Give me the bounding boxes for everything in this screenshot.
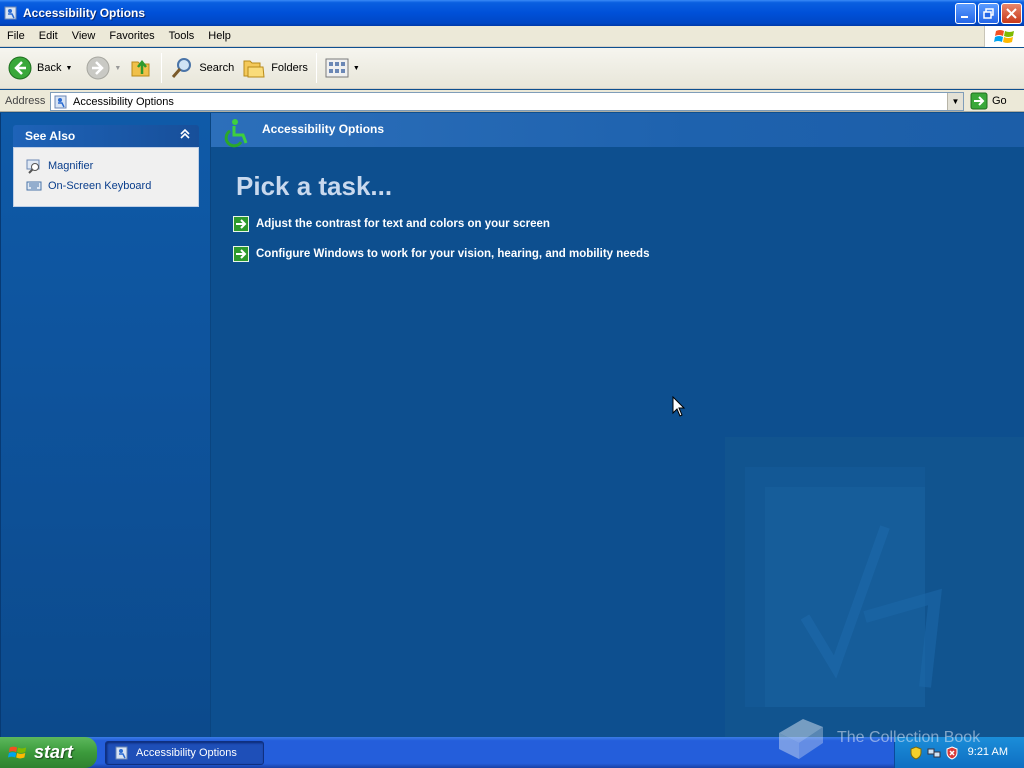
address-value: Accessibility Options [73,95,174,108]
windows-logo [984,26,1024,47]
see-also-panel: See Also Magnifier On-Screen Keyboard [13,125,199,207]
magnifier-icon [26,159,40,174]
forward-dropdown-icon[interactable]: ▼ [114,65,121,72]
search-icon [172,58,192,78]
go-arrow-icon [970,92,988,110]
accessibility-window-icon [4,6,17,20]
close-icon [1006,8,1017,19]
accessibility-page-icon [54,95,67,108]
restore-button[interactable] [978,3,999,24]
windows-flag-icon [8,746,27,758]
collapse-chevron-icon[interactable] [179,128,191,143]
main-content: Accessibility Options Pick a task... Adj… [210,113,1024,737]
task-pane: See Also Magnifier On-Screen Keyboard [0,113,210,737]
views-button[interactable]: ▼ [321,50,364,86]
address-input[interactable]: Accessibility Options ▼ [50,92,964,111]
start-button[interactable]: start [0,737,97,768]
title-bar[interactable]: Accessibility Options [0,0,1024,26]
address-label: Address [5,94,46,107]
menu-edit[interactable]: Edit [32,30,65,42]
address-dropdown-button[interactable]: ▼ [947,93,963,110]
restore-icon [983,8,994,19]
search-button[interactable]: Search [166,50,238,86]
category-header: Accessibility Options [211,113,1024,148]
close-button[interactable] [1001,3,1022,24]
see-also-item-on-screen-keyboard[interactable]: On-Screen Keyboard [14,176,198,196]
windows-flag-icon [993,29,1014,43]
forward-button[interactable]: ▼ [82,50,125,86]
see-also-title: See Also [25,129,76,143]
task-adjust-contrast[interactable]: Adjust the contrast for text and colors … [233,216,550,232]
task-arrow-icon [233,216,249,232]
book-logo-icon [779,719,823,759]
menu-view[interactable]: View [65,30,103,42]
views-icon [325,58,349,78]
see-also-item-magnifier[interactable]: Magnifier [14,156,198,176]
brand-text: The Collection Book [837,729,981,746]
see-also-list: Magnifier On-Screen Keyboard [13,147,199,207]
watermark-image [745,467,942,707]
menu-favorites[interactable]: Favorites [102,30,161,42]
task-configure-windows[interactable]: Configure Windows to work for your visio… [233,246,649,262]
forward-arrow-icon [86,56,110,80]
accessibility-wheelchair-icon [224,119,248,148]
folders-icon [243,60,265,78]
minimize-button[interactable] [955,3,976,24]
category-title: Accessibility Options [262,122,385,136]
back-dropdown-icon[interactable]: ▼ [65,65,72,72]
views-dropdown-icon[interactable]: ▼ [353,65,360,72]
up-folder-icon [131,59,150,77]
folders-button[interactable]: Folders [238,50,312,86]
address-bar: Address Accessibility Options ▼ Go [0,90,1024,112]
menu-bar: File Edit View Favorites Tools Help [0,26,1024,47]
mouse-cursor-icon [672,396,686,417]
toolbar: Back ▼ ▼ Search Folders ▼ [0,48,1024,89]
menu-tools[interactable]: Tools [162,30,202,42]
task-arrow-icon [233,246,249,262]
brand-watermark: The Collection Book [773,715,980,761]
toolbar-separator [315,53,317,83]
back-button[interactable]: Back ▼ [4,50,76,86]
up-folder-button[interactable] [125,50,157,86]
see-also-header[interactable]: See Also [13,125,199,147]
menu-help[interactable]: Help [201,30,238,42]
window-title: Accessibility Options [23,6,146,20]
taskbar-item-accessibility-options[interactable]: Accessibility Options [105,741,264,765]
background-watermark [725,437,1024,737]
menu-file[interactable]: File [0,30,32,42]
back-arrow-icon [8,56,32,80]
chevron-down-icon: ▼ [951,97,960,106]
keyboard-icon [26,181,42,191]
pick-a-task-heading: Pick a task... [236,171,393,201]
toolbar-separator [161,53,163,83]
go-button[interactable]: Go [970,92,1007,110]
accessibility-window-icon [115,746,128,760]
minimize-icon [961,16,968,18]
